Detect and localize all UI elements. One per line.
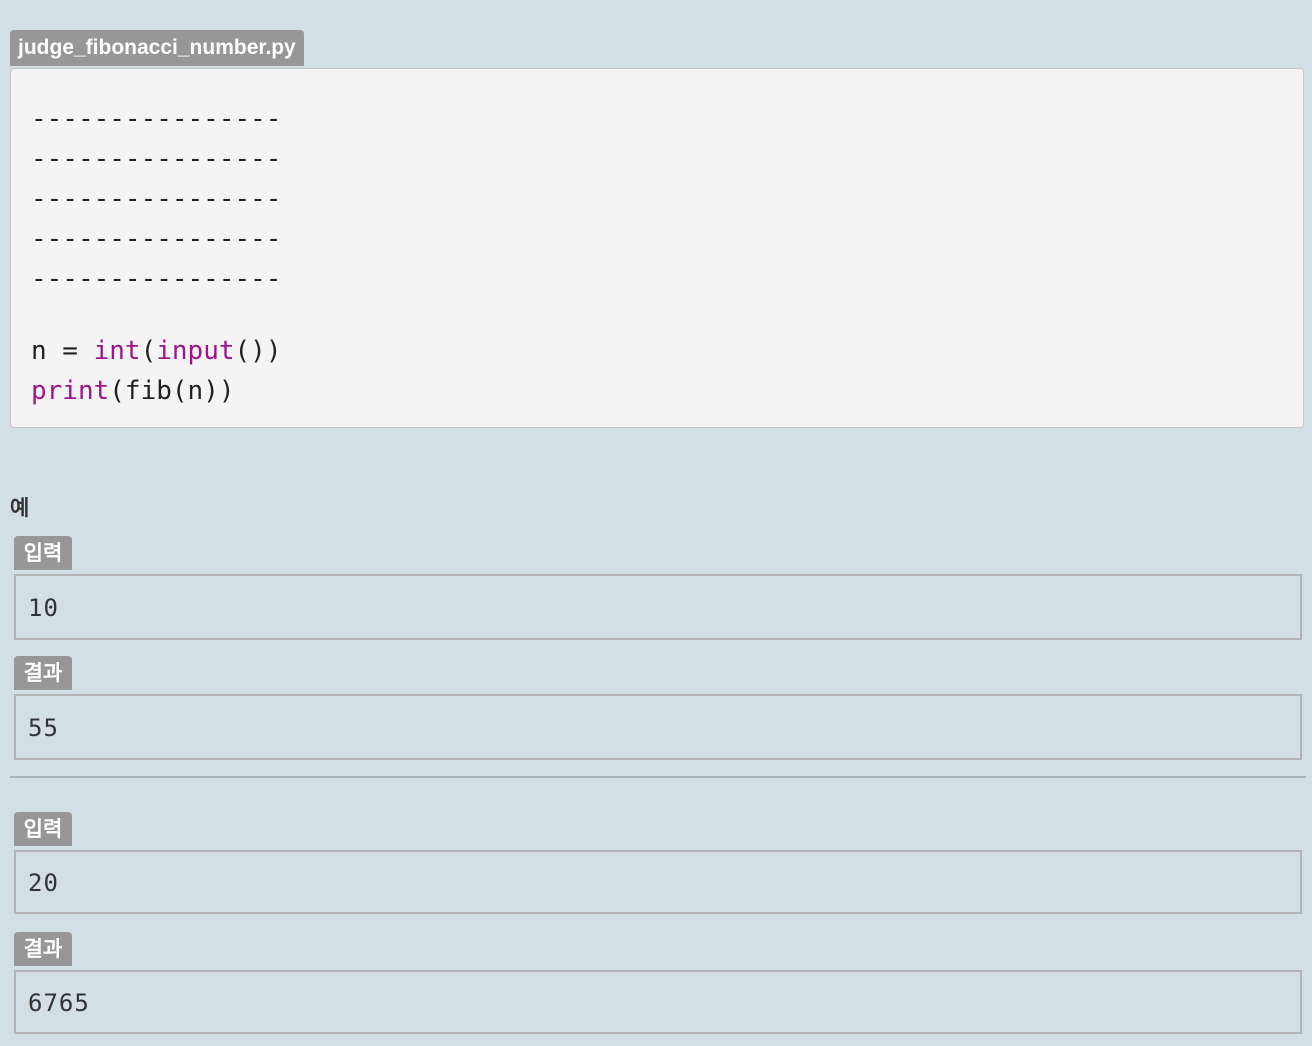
output-label: 결과	[14, 932, 72, 966]
code-text: (fib(n))	[109, 376, 235, 406]
code-block: ---------------- ---------------- ------…	[10, 68, 1304, 428]
output-value: 55	[28, 714, 59, 742]
input-value: 20	[28, 869, 59, 897]
code-keyword: print	[31, 376, 110, 406]
input-label: 입력	[14, 536, 72, 570]
code-text: (	[140, 336, 157, 366]
input-box: 20	[14, 850, 1302, 914]
examples-title: 예	[10, 496, 30, 520]
code-keyword: input	[156, 336, 235, 366]
input-label: 입력	[14, 812, 72, 846]
page: judge_fibonacci_number.py --------------…	[0, 0, 1312, 1046]
code-keyword: int	[93, 336, 141, 366]
output-box: 6765	[14, 970, 1302, 1034]
output-box: 55	[14, 694, 1302, 760]
input-box: 10	[14, 574, 1302, 640]
code-blank-line[interactable]: ----------------	[31, 259, 282, 299]
code-blank-line[interactable]: ----------------	[31, 99, 282, 139]
code-line-print: print(fib(n))	[31, 371, 282, 411]
input-value: 10	[28, 594, 59, 622]
code-content: ---------------- ---------------- ------…	[31, 99, 282, 411]
output-label: 결과	[14, 656, 72, 690]
code-empty-line	[31, 299, 282, 331]
code-blank-line[interactable]: ----------------	[31, 219, 282, 259]
code-text: n =	[31, 336, 94, 366]
file-name-tab: judge_fibonacci_number.py	[10, 30, 304, 66]
example-divider	[10, 776, 1306, 778]
code-blank-line[interactable]: ----------------	[31, 179, 282, 219]
code-text: ())	[234, 336, 282, 366]
output-value: 6765	[28, 989, 90, 1017]
code-blank-line[interactable]: ----------------	[31, 139, 282, 179]
code-line-input: n = int(input())	[31, 331, 282, 371]
